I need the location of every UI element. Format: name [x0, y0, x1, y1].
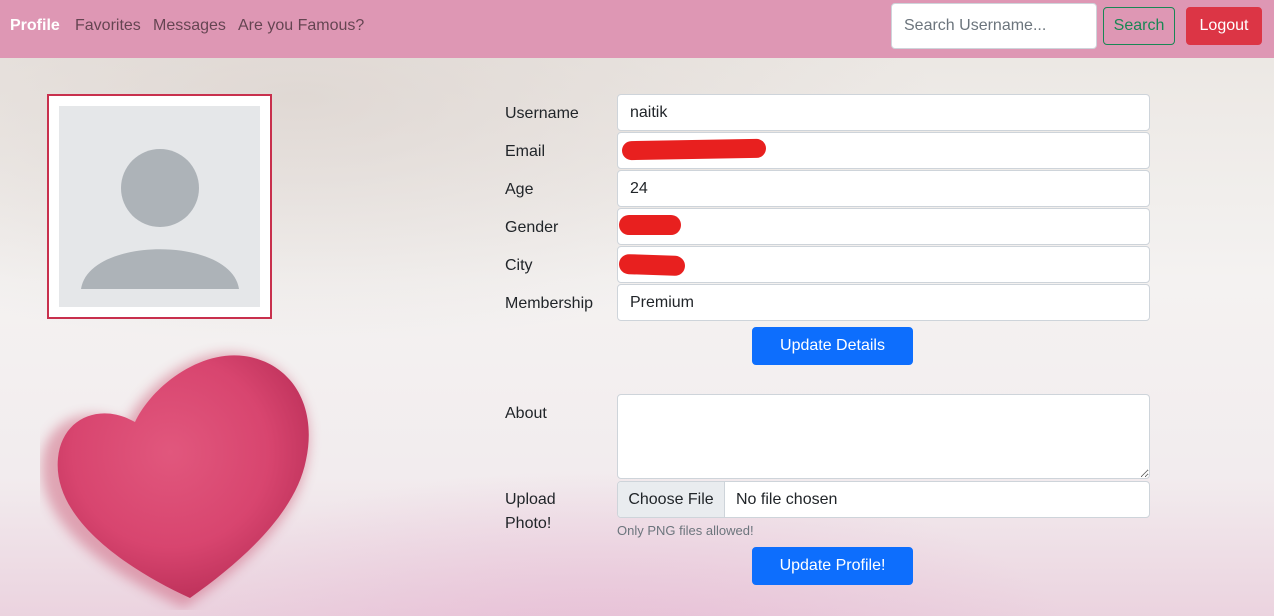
age-field[interactable] [617, 170, 1150, 207]
choose-file-button[interactable]: Choose File [618, 482, 725, 517]
gender-redaction [619, 215, 681, 235]
upload-photo-label-line1: Upload [505, 491, 556, 508]
membership-label: Membership [505, 295, 594, 312]
membership-field[interactable] [617, 284, 1150, 321]
username-field[interactable] [617, 94, 1150, 131]
email-label: Email [505, 143, 546, 160]
profile-picture [59, 106, 260, 307]
city-label: City [505, 257, 533, 274]
profile-picture-frame [47, 94, 272, 319]
update-details-button[interactable]: Update Details [752, 327, 913, 365]
gender-field[interactable] [617, 208, 1150, 245]
search-button[interactable]: Search [1103, 7, 1175, 45]
search-input[interactable] [891, 3, 1097, 49]
file-status-text: No file chosen [736, 491, 838, 508]
user-silhouette-icon [81, 149, 239, 289]
nav-link-messages[interactable]: Messages [153, 17, 226, 35]
nav-link-favorites[interactable]: Favorites [75, 17, 141, 35]
upload-photo-label-line2: Photo! [505, 515, 552, 532]
photo-file-input[interactable]: Choose File No file chosen [617, 481, 1150, 518]
nav-link-are-you-famous[interactable]: Are you Famous? [238, 17, 364, 35]
heart-icon [41, 353, 310, 608]
about-label: About [505, 405, 547, 422]
gender-label: Gender [505, 219, 559, 236]
age-label: Age [505, 181, 534, 198]
png-only-hint: Only PNG files allowed! [617, 523, 754, 538]
city-field[interactable] [617, 246, 1150, 283]
logout-button[interactable]: Logout [1186, 7, 1262, 45]
city-redaction [618, 253, 686, 277]
nav-brand-profile[interactable]: Profile [10, 17, 60, 35]
update-profile-button[interactable]: Update Profile! [752, 547, 913, 585]
navbar: Profile Favorites Messages Are you Famou… [0, 0, 1274, 58]
about-textarea[interactable] [617, 394, 1150, 479]
email-redaction [621, 138, 767, 161]
username-label: Username [505, 105, 579, 122]
